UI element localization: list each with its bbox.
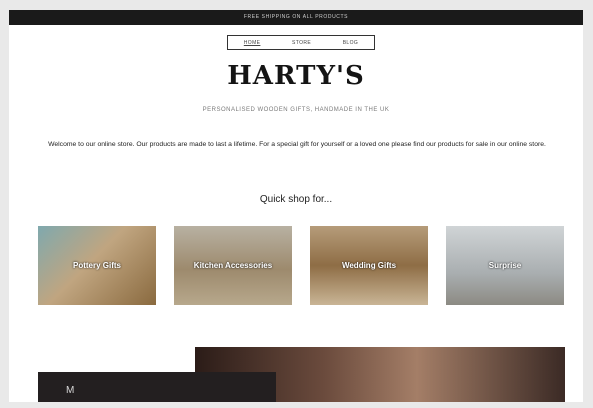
page-frame: FREE SHIPPING ON ALL PRODUCTS HOME STORE… [9, 10, 583, 402]
quick-shop-tile-wedding-gifts[interactable]: Wedding Gifts [310, 226, 428, 305]
tile-label: Wedding Gifts [341, 261, 397, 270]
quick-shop-tile-surprise[interactable]: Surprise [446, 226, 564, 305]
nav-item-blog[interactable]: BLOG [343, 40, 359, 46]
hero-overlay-text: M [66, 385, 75, 396]
quick-shop-tile-kitchen-accessories[interactable]: Kitchen Accessories [174, 226, 292, 305]
nav-item-store[interactable]: STORE [292, 40, 311, 46]
welcome-text: Welcome to our online store. Our product… [48, 141, 546, 148]
tile-label: Surprise [488, 261, 522, 270]
hero-overlay-box: M [38, 372, 276, 402]
announcement-bar: FREE SHIPPING ON ALL PRODUCTS [9, 10, 583, 25]
tile-label: Pottery Gifts [72, 261, 121, 270]
announcement-text: FREE SHIPPING ON ALL PRODUCTS [243, 14, 349, 20]
main-nav: HOME STORE BLOG [227, 35, 375, 50]
quick-shop-heading: Quick shop for... [259, 194, 333, 205]
site-logo[interactable]: HARTY'S [9, 61, 583, 91]
quick-shop-tile-pottery-gifts[interactable]: Pottery Gifts [38, 226, 156, 305]
tile-label: Kitchen Accessories [193, 261, 273, 270]
site-tagline: PERSONALISED WOODEN GIFTS, HANDMADE IN T… [202, 107, 390, 113]
nav-item-home[interactable]: HOME [244, 40, 261, 46]
